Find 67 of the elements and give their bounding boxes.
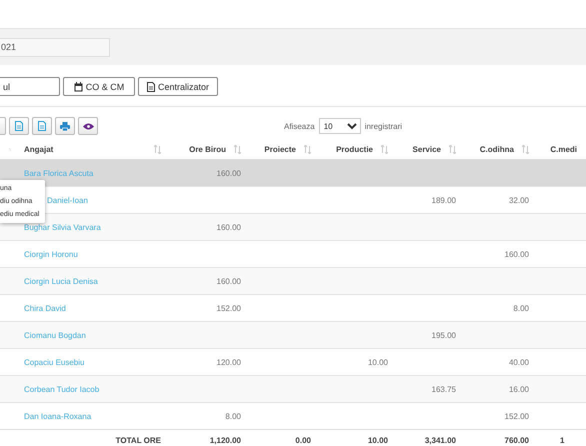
- file-icon: [147, 82, 155, 92]
- table-row[interactable]: Bara Florica Ascuta 160.00: [0, 160, 586, 186]
- employee-link[interactable]: Ciomanu Bogdan: [24, 330, 86, 340]
- column-header[interactable]: Productie: [336, 145, 373, 154]
- column-header[interactable]: C.odihna: [480, 145, 514, 154]
- total-cell: 1: [560, 436, 564, 444]
- eye-button[interactable]: [78, 117, 98, 135]
- employee-link[interactable]: Copaciu Eusebiu: [24, 358, 84, 366]
- table-cell: 16.00: [508, 384, 529, 394]
- table-cell: 160.00: [504, 250, 529, 258]
- action-button[interactable]: ul: [0, 77, 60, 96]
- employee-link[interactable]: Ciorgin Lucia Denisa: [24, 276, 98, 286]
- file-icon: [15, 121, 23, 131]
- sort-icon[interactable]: [449, 145, 456, 154]
- page-length-select[interactable]: 10: [318, 118, 361, 134]
- table-row[interactable]: Dan Ioana-Roxana 8.00 152.00: [0, 402, 586, 430]
- date-field[interactable]: 021: [0, 38, 110, 56]
- total-cell: 1,120.00: [210, 436, 241, 444]
- employee-link[interactable]: Ciorgin Horonu: [24, 250, 78, 258]
- total-cell: 760.00: [504, 436, 529, 444]
- total-cell: 0.00: [295, 436, 311, 444]
- print-icon: [60, 122, 70, 130]
- employee-link[interactable]: Dan Ioana-Roxana: [24, 412, 92, 420]
- table-row[interactable]: Corbean Tudor Iacob 163.75 16.00: [0, 376, 586, 402]
- employee-link[interactable]: Bughar Silvia Varvara: [24, 222, 101, 232]
- table-cell: 120.00: [216, 358, 241, 366]
- table-row[interactable]: Ciomanu Bogdan 195.00: [0, 322, 586, 348]
- table-cell: 32.00: [508, 196, 529, 204]
- table-cell: 189.00: [432, 196, 456, 204]
- employee-link[interactable]: Chira David: [24, 304, 66, 312]
- total-label: TOTAL ORE: [116, 436, 161, 444]
- sort-icon[interactable]: [522, 145, 529, 154]
- employee-link[interactable]: Daniel-Ioan: [47, 196, 88, 204]
- table-cell: 40.00: [508, 358, 529, 366]
- column-header[interactable]: Angajat: [24, 145, 54, 154]
- total-cell: 10.00: [368, 436, 388, 444]
- sort-icon[interactable]: [381, 145, 388, 154]
- sort-icon[interactable]: [154, 145, 161, 154]
- file-button[interactable]: [9, 117, 29, 135]
- action-button[interactable]: CO & CM: [63, 77, 135, 96]
- table-cell: 195.00: [432, 330, 456, 340]
- table-cell: 8.00: [225, 412, 241, 420]
- table-cell: 163.75: [432, 384, 456, 394]
- employee-link[interactable]: Corbean Tudor Iacob: [24, 384, 100, 394]
- column-header[interactable]: Service: [412, 145, 441, 154]
- column-header[interactable]: Ore Birou: [189, 145, 226, 154]
- table-cell: 160.00: [216, 222, 241, 232]
- table-cell: 10.00: [368, 358, 388, 366]
- table-cell: 160.00: [216, 276, 241, 286]
- eye-icon: [82, 122, 94, 130]
- total-cell: 3,341.00: [424, 436, 456, 444]
- column-header[interactable]: C.medi: [550, 145, 577, 154]
- calendar-icon: [74, 82, 83, 92]
- file-icon: [38, 121, 46, 131]
- table-cell: 152.00: [216, 304, 241, 312]
- action-button[interactable]: Centralizator: [138, 77, 218, 96]
- table-cell: 160.00: [216, 168, 241, 178]
- print-button[interactable]: [55, 117, 75, 135]
- records-label: inregistrari: [364, 122, 402, 130]
- sort-icon[interactable]: [304, 145, 311, 154]
- table-row[interactable]: Ciorgin Lucia Denisa 160.00: [0, 268, 586, 294]
- show-label: Afiseaza: [284, 122, 315, 130]
- sort-icon[interactable]: [234, 145, 241, 154]
- table-cell: 152.00: [504, 412, 529, 420]
- file-button[interactable]: [32, 117, 52, 135]
- column-header[interactable]: Proiecte: [264, 145, 296, 154]
- table-cell: 8.00: [513, 304, 529, 312]
